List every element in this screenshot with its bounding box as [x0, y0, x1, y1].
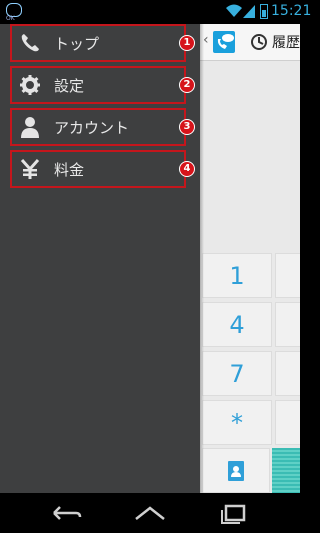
yen-icon — [19, 158, 41, 180]
call-button[interactable] — [272, 448, 300, 493]
gear-icon — [19, 74, 41, 96]
dial-key-star[interactable]: * — [202, 400, 272, 445]
app-logo-icon[interactable] — [213, 31, 235, 53]
clock-icon — [251, 34, 267, 50]
dial-key-5[interactable] — [275, 302, 300, 347]
tab-history-label: 履歴 — [272, 35, 300, 51]
dialer-panel: ‹ 履歴 1 4 7 * — [200, 24, 300, 493]
annotation-badge: 3 — [179, 119, 195, 135]
action-bar: ‹ 履歴 — [200, 24, 300, 61]
phone-icon — [19, 32, 41, 54]
annotation-badge: 2 — [179, 77, 195, 93]
drawer-item-label: アカウント — [54, 118, 130, 137]
dial-display — [200, 61, 300, 251]
signal-icon — [243, 5, 255, 18]
dial-key-0[interactable] — [275, 400, 300, 445]
wifi-icon — [226, 4, 242, 17]
drawer-item-pricing[interactable]: 料金 — [10, 150, 186, 188]
drawer-item-label: 設定 — [54, 76, 85, 95]
app-notification-text: OK — [6, 15, 15, 22]
system-nav-bar — [0, 493, 300, 533]
dial-key-7[interactable]: 7 — [202, 351, 272, 396]
dial-key-1[interactable]: 1 — [202, 253, 272, 298]
status-bar: OK 15:21 — [0, 0, 311, 24]
contacts-button[interactable] — [202, 448, 270, 493]
drawer-item-label: トップ — [54, 34, 100, 53]
navigation-drawer: トップ 設定 アカウント 料金 1 2 3 4 — [0, 24, 200, 493]
home-icon[interactable] — [130, 501, 170, 525]
drawer-item-account[interactable]: アカウント — [10, 108, 186, 146]
drawer-item-settings[interactable]: 設定 — [10, 66, 186, 104]
drawer-shadow — [200, 24, 204, 493]
status-time: 15:21 — [271, 3, 312, 19]
back-icon[interactable] — [46, 501, 86, 525]
person-icon — [19, 116, 41, 138]
recent-apps-icon[interactable] — [214, 501, 254, 525]
dial-key-8[interactable] — [275, 351, 300, 396]
dial-key-2[interactable] — [275, 253, 300, 298]
tab-history[interactable]: 履歴 — [250, 30, 300, 54]
dial-key-4[interactable]: 4 — [202, 302, 272, 347]
contacts-book-icon — [228, 460, 244, 481]
battery-icon — [260, 4, 268, 19]
annotation-badge: 4 — [179, 161, 195, 177]
annotation-badge: 1 — [179, 35, 195, 51]
drawer-item-top[interactable]: トップ — [10, 24, 186, 62]
drawer-item-label: 料金 — [54, 160, 85, 179]
